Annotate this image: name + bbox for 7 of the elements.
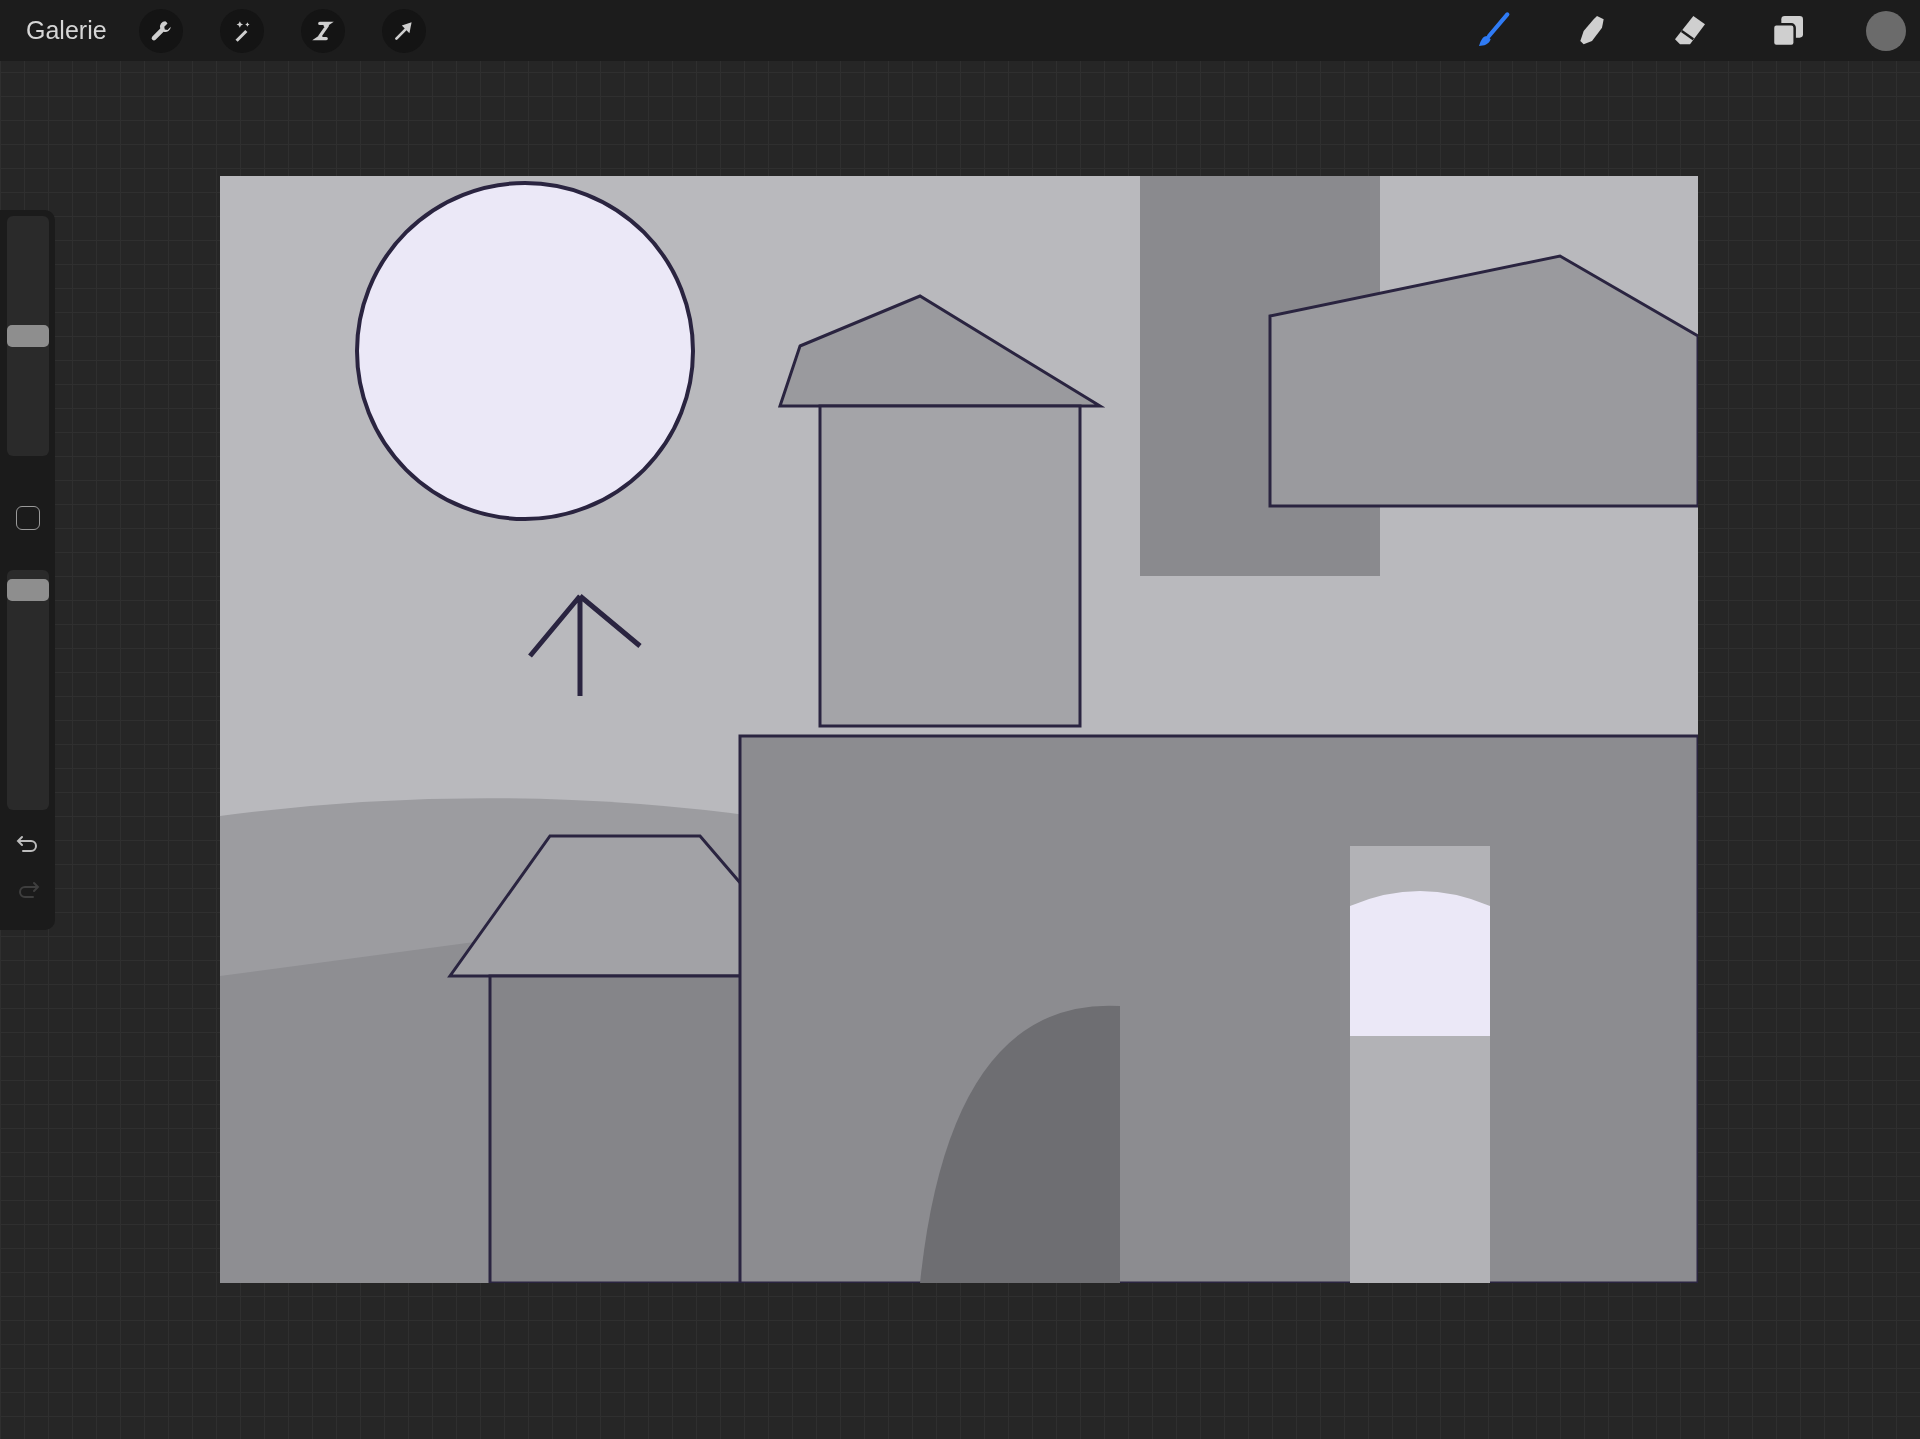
opacity-slider[interactable] [6,570,49,810]
modify-button[interactable] [15,506,40,530]
slider-thumb[interactable] [6,578,49,601]
brush-size-slider[interactable] [6,216,49,456]
color-swatch[interactable] [1866,10,1906,51]
slider-thumb[interactable] [6,325,49,347]
gallery-button[interactable]: Galerie [26,16,107,45]
